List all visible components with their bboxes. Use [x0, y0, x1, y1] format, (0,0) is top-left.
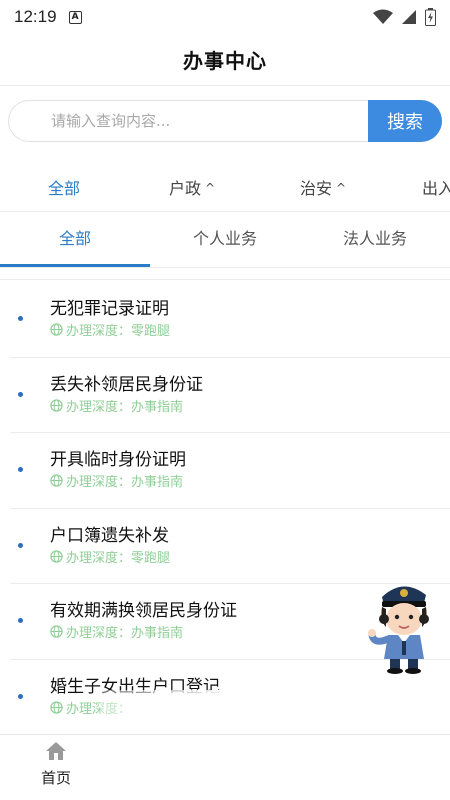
- category-all[interactable]: 全部: [48, 175, 80, 199]
- nav-home-label: 首页: [40, 769, 71, 787]
- depth-label: 办理深度：: [66, 324, 132, 339]
- police-mascot-icon[interactable]: [368, 575, 438, 675]
- home-icon: [46, 742, 66, 760]
- service-meta: 办理深度： 零跑腿: [50, 547, 170, 566]
- list-item[interactable]: 无犯罪记录证明 办理深度： 零跑腿: [10, 282, 450, 358]
- status-icons: [373, 8, 436, 26]
- depth-label: 办理深度：: [66, 399, 132, 415]
- business-tabs: 全部 个人业务 法人业务: [0, 214, 450, 268]
- notification-icon: A: [68, 10, 82, 24]
- tab-personal[interactable]: 个人业务: [150, 214, 300, 267]
- bottom-nav: 首页: [0, 734, 450, 800]
- service-name: 有效期满换领居民身份证: [50, 601, 237, 621]
- bullet-dot: [18, 693, 23, 699]
- list-item[interactable]: 户口簿遗失补发 办理深度： 零跑腿: [10, 509, 450, 584]
- service-meta: 办理深度： 办事指南: [50, 471, 183, 490]
- wifi-icon: [373, 9, 393, 24]
- globe-icon: [50, 625, 63, 638]
- search-bar: 搜索: [8, 100, 442, 144]
- divider: [0, 279, 450, 280]
- list-item[interactable]: 丢失补领居民身份证 办理深度： 办事指南: [10, 358, 450, 433]
- depth-value: 办事指南: [131, 399, 184, 415]
- globe-icon: [50, 549, 63, 563]
- battery-icon: [425, 8, 436, 26]
- bullet-dot: [18, 618, 23, 623]
- category-label: 户政: [169, 179, 202, 198]
- bullet-dot: [18, 542, 23, 548]
- globe-icon: [50, 323, 63, 336]
- globe-icon: [50, 700, 63, 714]
- service-name: 开具临时身份证明: [50, 450, 186, 470]
- depth-value: 零跑腿: [131, 324, 171, 339]
- depth-label: 办理深度：: [66, 626, 132, 641]
- service-meta: 办理深度： 办事指南: [50, 622, 183, 641]
- depth-value: 办事指南: [131, 475, 184, 490]
- header: 办事中心: [0, 34, 450, 86]
- nav-home[interactable]: 首页: [30, 741, 82, 788]
- category-huzheng[interactable]: 户政 ^: [169, 175, 215, 199]
- service-meta: 办理深度： 办事指南: [50, 396, 183, 415]
- depth-label: 办理深度：: [66, 550, 132, 566]
- search-input[interactable]: [8, 100, 388, 142]
- depth-value: 办事指南: [131, 626, 184, 641]
- bullet-dot: [18, 467, 23, 472]
- globe-icon: [50, 398, 63, 412]
- status-time: 12:19: [14, 7, 57, 26]
- category-label: 出入: [422, 179, 450, 198]
- status-bar: 12:19 A: [0, 0, 450, 34]
- service-meta: 办理深度： 零跑腿: [50, 320, 170, 339]
- category-filter: 全部 户政^ 治安^ 出入: [0, 160, 450, 212]
- depth-label: 办理深度：: [66, 475, 132, 490]
- list-item[interactable]: 开具临时身份证明 办理深度： 办事指南: [10, 433, 450, 509]
- category-label: 治安: [300, 179, 333, 198]
- category-zhian[interactable]: 治安 ^: [300, 175, 346, 199]
- bullet-dot: [18, 316, 23, 321]
- tab-corporate[interactable]: 法人业务: [300, 214, 450, 267]
- service-name: 无犯罪记录证明: [50, 299, 169, 319]
- globe-icon: [50, 474, 63, 487]
- bullet-dot: [18, 391, 23, 397]
- category-label: 全部: [48, 179, 81, 198]
- service-name: 户口簿遗失补发: [50, 525, 169, 546]
- category-churu[interactable]: 出入: [422, 175, 450, 199]
- depth-value: 零跑腿: [131, 550, 171, 566]
- tab-all[interactable]: 全部: [0, 214, 150, 267]
- search-button[interactable]: 搜索: [368, 100, 442, 142]
- service-name: 丢失补领居民身份证: [50, 374, 203, 395]
- caret-up-icon: ^: [336, 181, 347, 195]
- caret-up-icon: ^: [205, 181, 216, 195]
- page-title: 办事中心: [183, 49, 267, 73]
- signal-icon: [402, 10, 416, 24]
